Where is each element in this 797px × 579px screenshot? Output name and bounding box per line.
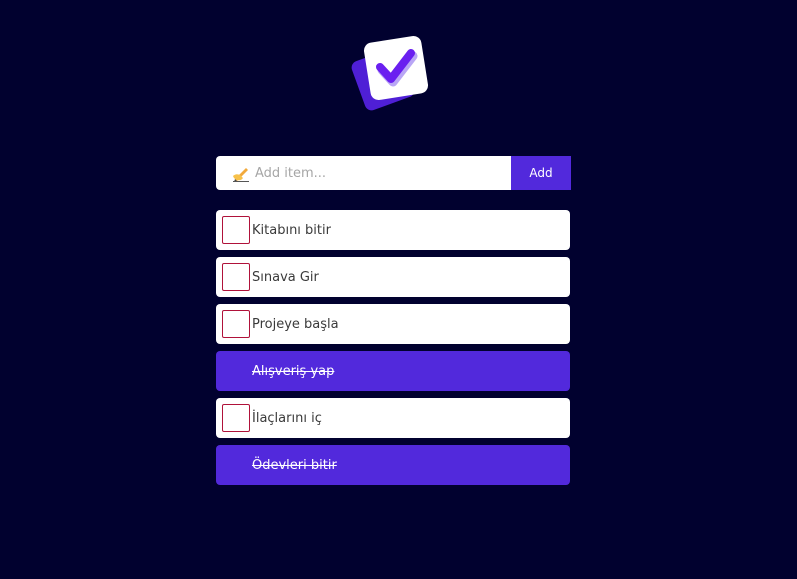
todo-text: Sınava Gir — [252, 269, 319, 285]
todo-checkbox[interactable] — [222, 404, 250, 432]
todo-text: Kitabını bitir — [252, 222, 331, 238]
todo-checkbox[interactable] — [222, 216, 250, 244]
todo-text: Projeye başla — [252, 316, 339, 332]
todo-item[interactable]: Alışveriş yap — [216, 351, 570, 391]
app-logo-icon — [348, 33, 432, 117]
todo-item[interactable]: Sınava Gir — [216, 257, 570, 297]
add-item-input-wrapper — [216, 156, 511, 190]
todo-checkbox[interactable] — [222, 263, 250, 291]
todo-text: Ödevleri bitir — [252, 457, 337, 473]
todo-item[interactable]: İlaçlarını iç — [216, 398, 570, 438]
add-item-form: Add — [216, 156, 571, 190]
todo-text: Alışveriş yap — [252, 363, 335, 379]
todo-checkbox[interactable] — [222, 310, 250, 338]
todo-text: İlaçlarını iç — [252, 410, 322, 426]
todo-item[interactable]: Ödevleri bitir — [216, 445, 570, 485]
todo-item[interactable]: Kitabını bitir — [216, 210, 570, 250]
add-button[interactable]: Add — [511, 156, 571, 190]
add-item-input[interactable] — [255, 158, 495, 188]
writing-hand-icon — [232, 164, 250, 182]
todo-list: Kitabını bitir Sınava Gir Projeye başla … — [216, 210, 570, 492]
todo-item[interactable]: Projeye başla — [216, 304, 570, 344]
